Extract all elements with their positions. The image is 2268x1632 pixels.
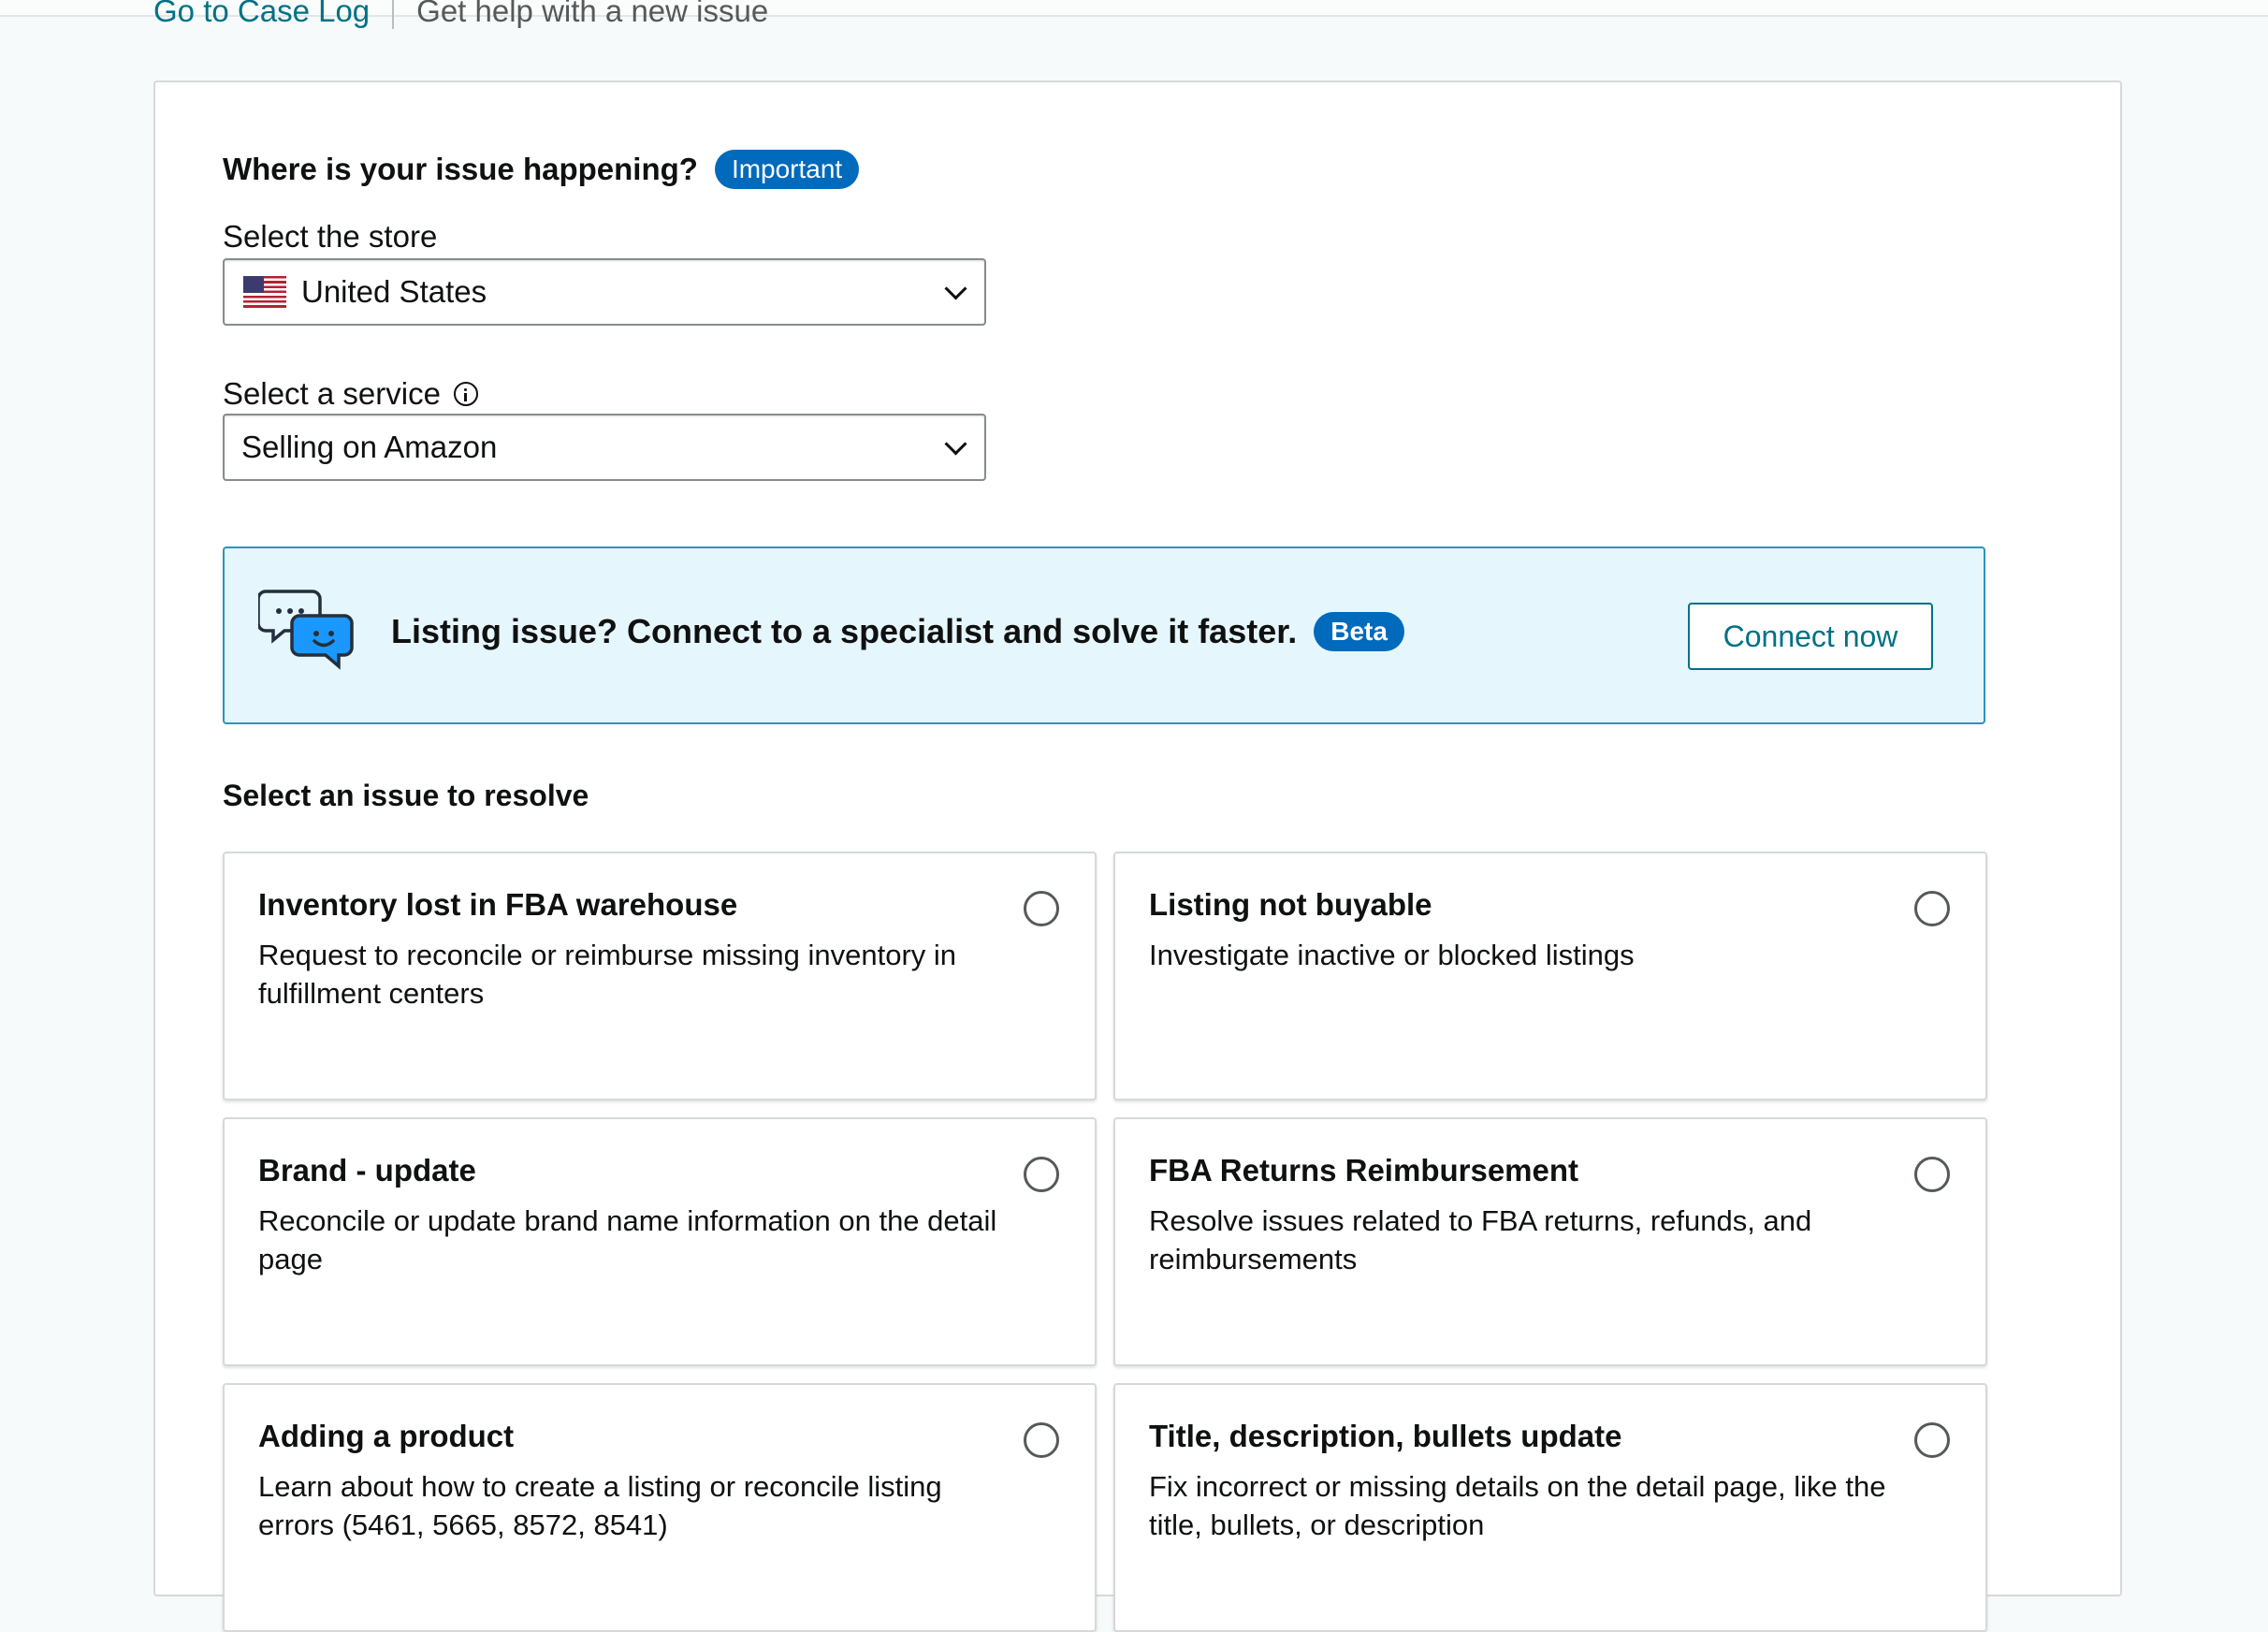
chevron-down-icon (944, 432, 967, 456)
issue-tile[interactable]: Adding a product Learn about how to crea… (223, 1383, 1097, 1632)
banner-text: Listing issue? Connect to a specialist a… (391, 612, 1298, 650)
issue-description: Learn about how to create a listing or r… (258, 1470, 942, 1541)
issue-tile[interactable]: FBA Returns Reimbursement Resolve issues… (1113, 1117, 1987, 1366)
chevron-down-icon (944, 277, 967, 300)
issue-description: Request to reconcile or reimburse missin… (258, 939, 957, 1010)
question-row: Where is your issue happening? Important (223, 150, 860, 189)
specialist-banner: Listing issue? Connect to a specialist a… (223, 546, 1985, 724)
breadcrumb-current: Get help with a new issue (416, 0, 769, 28)
service-select-value: Selling on Amazon (241, 430, 498, 464)
service-label: Select a service (223, 376, 478, 412)
issue-title: Title, description, bullets update (1149, 1419, 1622, 1453)
issue-radio[interactable] (1914, 1157, 1950, 1192)
case-log-link[interactable]: Go to Case Log (153, 0, 370, 29)
issue-description: Reconcile or update brand name informati… (258, 1204, 997, 1275)
issue-description: Fix incorrect or missing details on the … (1149, 1470, 1886, 1541)
breadcrumb-separator (392, 0, 395, 29)
issue-title: Inventory lost in FBA warehouse (258, 887, 738, 922)
important-badge: Important (714, 150, 860, 189)
beta-badge: Beta (1314, 612, 1404, 651)
issue-radio[interactable] (1024, 1422, 1059, 1458)
info-icon[interactable] (453, 382, 478, 406)
issue-form-card: Where is your issue happening? Important… (153, 80, 2122, 1632)
issue-tile[interactable]: Listing not buyable Investigate inactive… (1113, 852, 1987, 1100)
issue-description: Investigate inactive or blocked listings (1149, 939, 1635, 971)
store-select[interactable]: United States (223, 258, 986, 326)
issue-radio[interactable] (1024, 891, 1059, 926)
question-title: Where is your issue happening? (223, 152, 698, 186)
store-label-text: Select the store (223, 219, 438, 254)
banner-message: Listing issue? Connect to a specialist a… (391, 612, 1404, 651)
store-select-value: United States (301, 274, 487, 309)
issues-heading: Select an issue to resolve (223, 779, 589, 812)
issue-radio[interactable] (1914, 891, 1950, 926)
issue-title: Brand - update (258, 1153, 476, 1188)
issue-title: FBA Returns Reimbursement (1149, 1153, 1579, 1188)
issue-tile[interactable]: Brand - update Reconcile or update brand… (223, 1117, 1097, 1366)
issue-radio[interactable] (1024, 1157, 1059, 1192)
us-flag-icon (243, 276, 286, 308)
service-label-text: Select a service (223, 376, 441, 411)
chat-bubbles-icon (258, 590, 354, 670)
breadcrumb: Go to Case Log Get help with a new issue (153, 0, 768, 36)
issue-description: Resolve issues related to FBA returns, r… (1149, 1204, 1812, 1275)
issue-radio[interactable] (1914, 1422, 1950, 1458)
issue-title: Adding a product (258, 1419, 515, 1453)
issue-title: Listing not buyable (1149, 887, 1432, 922)
connect-now-button[interactable]: Connect now (1688, 603, 1933, 670)
issue-tile[interactable]: Inventory lost in FBA warehouse Request … (223, 852, 1097, 1100)
issue-tile[interactable]: Title, description, bullets update Fix i… (1113, 1383, 1987, 1632)
store-label: Select the store (223, 219, 437, 255)
service-select[interactable]: Selling on Amazon (223, 414, 986, 481)
